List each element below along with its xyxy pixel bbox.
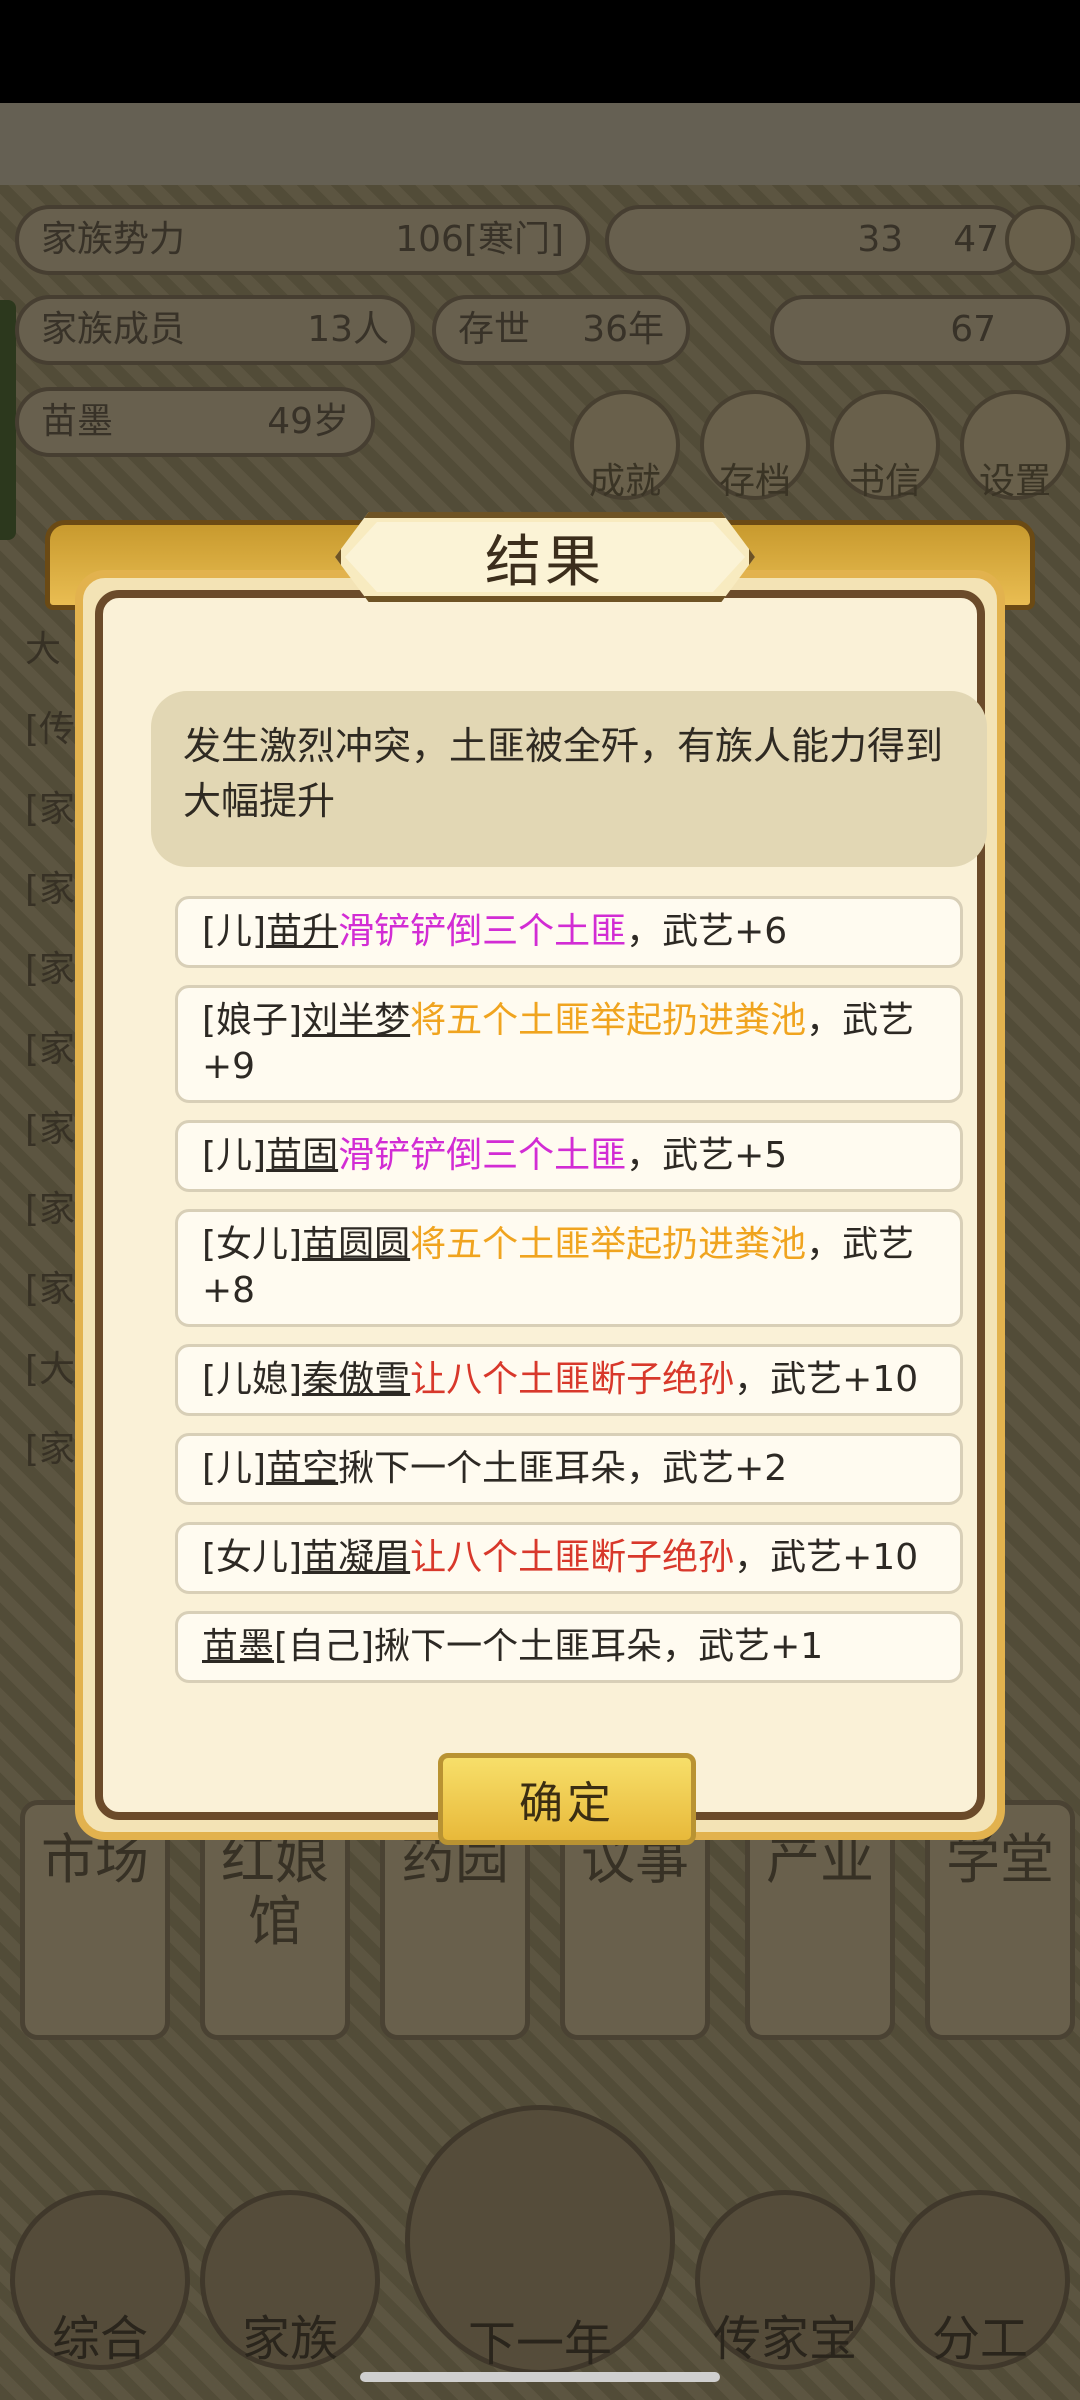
member-action: 将五个土匪举起扔进粪池	[410, 1224, 807, 1265]
member-role: [儿媳]	[202, 1359, 303, 1400]
result-row: [儿]苗升滑铲铲倒三个土匪，武艺+6	[175, 896, 963, 968]
result-row: [女儿]苗凝眉让八个土匪断子绝孙，武艺+10	[175, 1522, 963, 1594]
member-name: 苗升	[266, 911, 339, 952]
member-action: 让八个土匪断子绝孙	[410, 1537, 735, 1578]
member-action: 揪下一个土匪耳朵	[338, 1448, 627, 1489]
member-name: 刘半梦	[302, 1000, 411, 1041]
member-result: ，武艺+5	[626, 1135, 788, 1176]
confirm-button[interactable]: 确定	[438, 1753, 696, 1845]
member-name: 苗圆圆	[302, 1224, 411, 1265]
dialog-title: 结果	[485, 529, 605, 595]
member-result: ，武艺+2	[626, 1448, 788, 1489]
result-row: [儿]苗固滑铲铲倒三个土匪，武艺+5	[175, 1120, 963, 1192]
member-action: 将五个土匪举起扔进粪池	[410, 1000, 807, 1041]
result-row: [儿媳]秦傲雪让八个土匪断子绝孙，武艺+10	[175, 1344, 963, 1416]
member-name: 秦傲雪	[302, 1359, 411, 1400]
result-row: 苗墨[自己]揪下一个土匪耳朵，武艺+1	[175, 1611, 963, 1683]
member-name: 苗固	[266, 1135, 339, 1176]
title-plate-inner: 结果	[345, 522, 745, 592]
member-action: 滑铲铲倒三个土匪	[338, 1135, 627, 1176]
result-row: [儿]苗空揪下一个土匪耳朵，武艺+2	[175, 1433, 963, 1505]
member-role: [儿]	[202, 1448, 267, 1489]
member-action: 让八个土匪断子绝孙	[410, 1359, 735, 1400]
member-role: [儿]	[202, 911, 267, 952]
member-role: [娘子]	[202, 1000, 303, 1041]
dialog-body: 发生激烈冲突，土匪被全歼，有族人能力得到大幅提升 [儿]苗升滑铲铲倒三个土匪，武…	[95, 590, 987, 1845]
member-role: [自己]	[274, 1626, 375, 1667]
member-role: [女儿]	[202, 1537, 303, 1578]
result-row: [女儿]苗圆圆将五个土匪举起扔进粪池，武艺+8	[175, 1209, 963, 1327]
result-rows: [儿]苗升滑铲铲倒三个土匪，武艺+6 [娘子]刘半梦将五个土匪举起扔进粪池，武艺+…	[175, 896, 963, 1700]
member-action: 揪下一个土匪耳朵	[374, 1626, 663, 1667]
result-description: 发生激烈冲突，土匪被全歼，有族人能力得到大幅提升	[151, 691, 987, 867]
result-dialog: 发生激烈冲突，土匪被全歼，有族人能力得到大幅提升 [儿]苗升滑铲铲倒三个土匪，武…	[45, 512, 1035, 1845]
member-result: ，武艺+10	[734, 1359, 919, 1400]
member-result: ，武艺+1	[662, 1626, 824, 1667]
member-role: [女儿]	[202, 1224, 303, 1265]
member-name: 苗墨	[202, 1626, 275, 1667]
member-name: 苗凝眉	[302, 1537, 411, 1578]
member-name: 苗空	[266, 1448, 339, 1489]
member-result: ，武艺+10	[734, 1537, 919, 1578]
member-role: [儿]	[202, 1135, 267, 1176]
home-indicator[interactable]	[360, 2372, 720, 2382]
result-row: [娘子]刘半梦将五个土匪举起扔进粪池，武艺+9	[175, 985, 963, 1103]
member-result: ，武艺+6	[626, 911, 788, 952]
member-action: 滑铲铲倒三个土匪	[338, 911, 627, 952]
dialog-frame: 发生激烈冲突，土匪被全歼，有族人能力得到大幅提升 [儿]苗升滑铲铲倒三个土匪，武…	[75, 570, 1005, 1845]
